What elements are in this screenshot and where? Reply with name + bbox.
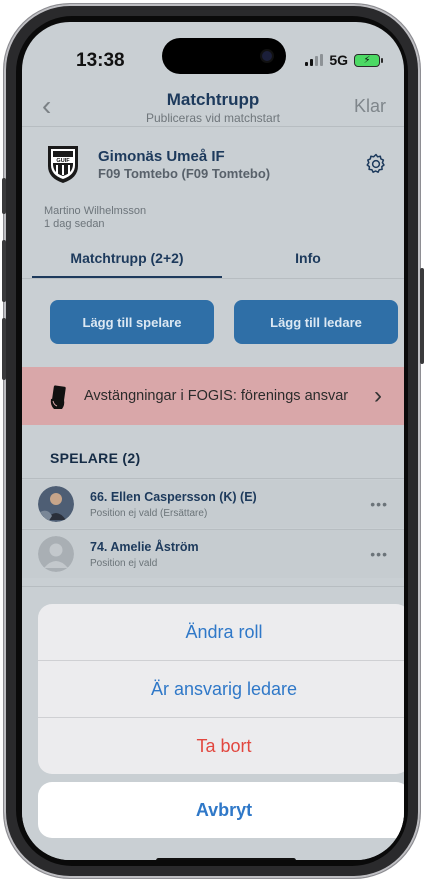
volume-down-button [2, 318, 6, 380]
player-row[interactable]: 66. Ellen Caspersson (K) (E) Position ej… [22, 480, 404, 528]
red-card-icon [50, 385, 66, 409]
player-name: 74. Amelie Åström [90, 540, 199, 554]
row-divider [22, 586, 404, 587]
power-button [420, 268, 424, 364]
camera-icon [262, 51, 272, 61]
volume-up-button [2, 240, 6, 302]
change-role-button[interactable]: Ändra roll [38, 604, 404, 661]
club-logo: GUIF [48, 146, 78, 183]
tab-info[interactable]: Info [222, 250, 394, 266]
section-divider [22, 478, 404, 479]
author-time: 1 dag sedan [44, 218, 105, 230]
section-header: SPELARE (2) [50, 450, 141, 466]
signal-icon [305, 54, 324, 66]
author-info: Martino Wilhelmsson 1 dag sedan [44, 205, 146, 231]
more-options-icon[interactable]: ••• [370, 546, 388, 562]
battery-charging-icon: ⚡ [354, 53, 383, 67]
screen: 13:38 5G ⚡ ‹ Matchtrupp Publiceras vid m… [22, 22, 404, 860]
club-name: Gimonäs Umeå IF [98, 148, 225, 165]
action-button [2, 178, 6, 214]
cancel-button[interactable]: Avbryt [38, 782, 404, 838]
chevron-right-icon: › [374, 382, 382, 409]
add-player-button[interactable]: Lägg till spelare [50, 300, 214, 344]
player-row[interactable]: 74. Amelie Åström Position ej vald ••• [22, 530, 404, 578]
player-name: 66. Ellen Caspersson (K) (E) [90, 490, 257, 504]
done-button[interactable]: Klar [354, 96, 386, 117]
player-photo [38, 486, 74, 522]
author-name: Martino Wilhelmsson [44, 205, 147, 217]
team-name: F09 Tomtebo (F09 Tomtebo) [98, 166, 271, 181]
action-sheet: Ändra roll Är ansvarig ledare Ta bort [38, 604, 404, 774]
responsible-leader-button[interactable]: Är ansvarig ledare [38, 661, 404, 718]
dynamic-island [162, 38, 286, 74]
tab-matchtrupp[interactable]: Matchtrupp (2+2) [32, 250, 222, 266]
avatar-placeholder-icon [38, 536, 74, 572]
status-indicators: 5G ⚡ [305, 52, 383, 68]
alert-text: Avstängningar i FOGIS: förenings ansvar [84, 388, 349, 404]
page-title: Matchtrupp [166, 90, 260, 109]
network-type: 5G [329, 52, 348, 68]
add-leader-button[interactable]: Lägg till ledare [234, 300, 398, 344]
player-position: Position ej vald (Ersättare) [90, 508, 208, 519]
status-time: 13:38 [76, 50, 125, 71]
home-indicator[interactable] [156, 858, 296, 860]
gear-icon[interactable] [364, 152, 388, 176]
player-position: Position ej vald [90, 558, 158, 569]
more-options-icon[interactable]: ••• [370, 496, 388, 512]
page-subtitle: Publiceras vid matchstart [145, 111, 281, 125]
nav-divider [22, 126, 404, 127]
tabs-divider [22, 278, 404, 279]
remove-button[interactable]: Ta bort [38, 718, 404, 774]
club-logo-text: GUIF [56, 158, 70, 164]
